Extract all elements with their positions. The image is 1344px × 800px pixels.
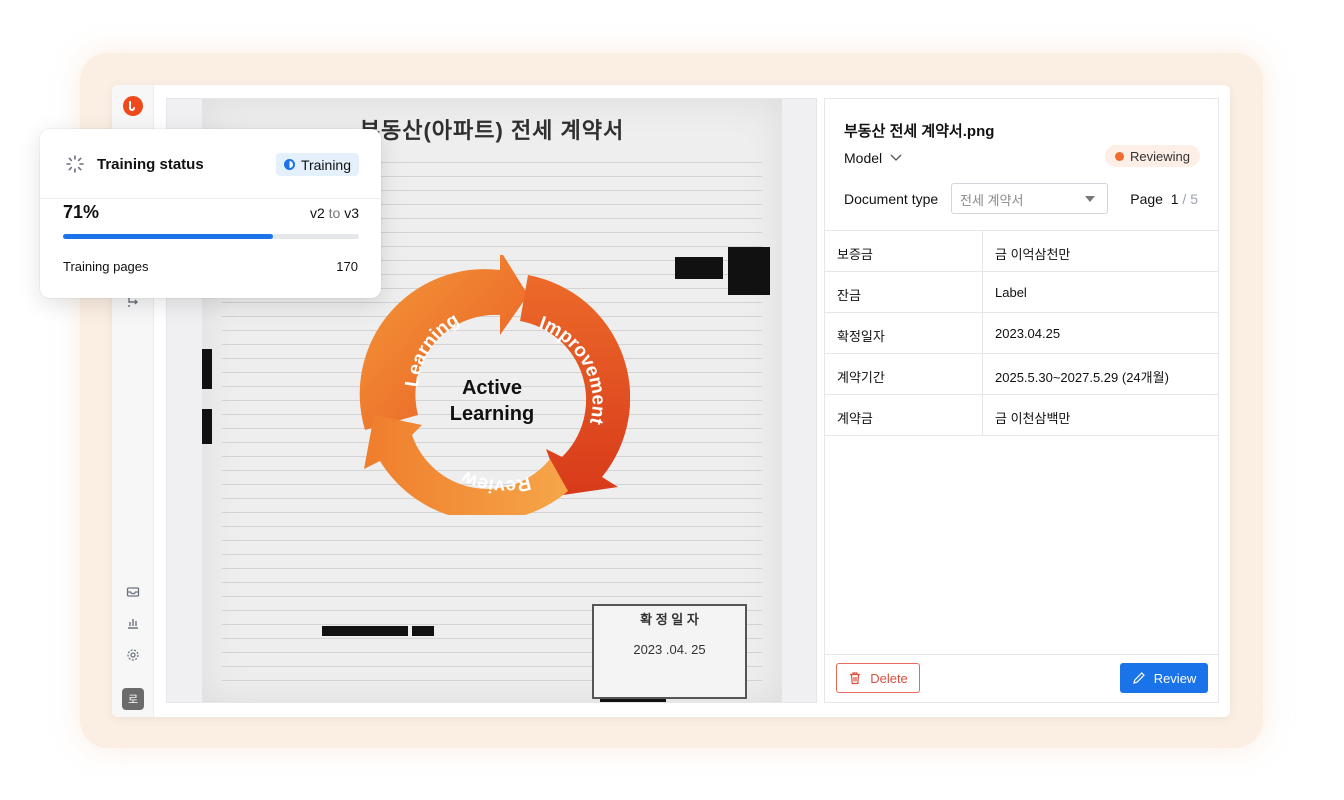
field-value[interactable]: 2025.5.30~2027.5.29 (24개월) xyxy=(983,354,1218,394)
table-row[interactable]: 보증금 금 이억삼천만 xyxy=(825,231,1218,272)
training-pages-label: Training pages xyxy=(63,259,149,274)
chevron-down-icon xyxy=(890,154,902,161)
redaction-block xyxy=(728,247,770,295)
document-type-value: 전세 계약서 xyxy=(960,193,1024,208)
redaction-block xyxy=(202,409,212,444)
cycle-center-label: Active Learning xyxy=(427,375,557,427)
cycle-arc-review xyxy=(364,415,568,515)
version-to: v3 xyxy=(344,205,359,221)
table-row[interactable]: 계약금 금 이천삼백만 xyxy=(825,395,1218,436)
fields-table: 보증금 금 이억삼천만 잔금 Label 확정일자 2023.04.25 계약기… xyxy=(825,230,1218,436)
extraction-panel: 부동산 전세 계약서.png Model Reviewing Document … xyxy=(824,98,1219,703)
training-pages-value: 170 xyxy=(336,259,358,274)
action-bar: Delete Review xyxy=(825,654,1218,702)
cycle-center-line1: Active xyxy=(461,377,523,399)
page-current: 1 xyxy=(1170,191,1179,207)
field-key: 계약기간 xyxy=(825,354,983,394)
document-type-label: Document type xyxy=(844,191,939,207)
review-label: Review xyxy=(1153,670,1197,686)
avatar[interactable]: 로 xyxy=(122,688,144,710)
training-version: v2 to v3 xyxy=(310,205,359,221)
table-row[interactable]: 잔금 Label xyxy=(825,272,1218,313)
table-row[interactable]: 확정일자 2023.04.25 xyxy=(825,313,1218,354)
field-value[interactable]: 금 이억삼천만 xyxy=(983,231,1218,271)
stamp-title: 확 정 일 자 xyxy=(640,612,699,627)
redaction-block xyxy=(322,626,408,636)
status-badge: Reviewing xyxy=(1105,145,1200,167)
review-button[interactable]: Review xyxy=(1120,663,1208,693)
field-value[interactable]: 2023.04.25 xyxy=(983,313,1218,353)
redaction-block xyxy=(675,257,723,279)
gear-icon[interactable] xyxy=(124,646,142,664)
training-progress-bar xyxy=(63,234,359,239)
training-status-card: Training status Training 71% v2 to v3 Tr… xyxy=(40,129,381,298)
file-name: 부동산 전세 계약서.png xyxy=(844,123,995,140)
field-key: 확정일자 xyxy=(825,313,983,353)
inbox-icon[interactable] xyxy=(124,583,142,601)
delete-button[interactable]: Delete xyxy=(836,663,920,693)
redaction-block xyxy=(412,626,434,636)
cycle-center-line2: Learning xyxy=(449,403,535,425)
delete-label: Delete xyxy=(870,670,908,686)
version-from: v2 xyxy=(309,205,325,221)
model-label: Model xyxy=(844,150,883,166)
trash-icon xyxy=(850,672,861,685)
field-key: 잔금 xyxy=(825,272,983,312)
redaction-block xyxy=(202,349,212,389)
field-key: 보증금 xyxy=(825,231,983,271)
pencil-icon xyxy=(1132,672,1145,684)
chart-icon[interactable] xyxy=(124,614,142,632)
caret-down-icon xyxy=(1085,196,1095,202)
page-label: Page xyxy=(1130,191,1163,207)
version-to-word: to xyxy=(328,205,341,221)
field-value[interactable]: Label xyxy=(983,272,1218,312)
training-card-header: Training status Training xyxy=(40,129,381,199)
training-badge-label: Training xyxy=(300,156,351,173)
document-type-select[interactable]: 전세 계약서 xyxy=(951,183,1108,214)
confirmation-stamp: 확 정 일 자 2023 .04. 25 xyxy=(592,604,747,699)
model-dropdown[interactable]: Model xyxy=(844,150,902,166)
training-percent: 71% xyxy=(63,202,100,222)
page-separator: / xyxy=(1182,191,1187,207)
brand-logo-icon[interactable] xyxy=(123,96,143,116)
status-dot-icon xyxy=(1115,151,1125,161)
page-total: 5 xyxy=(1190,191,1198,207)
page-indicator: Page 1 / 5 xyxy=(1130,191,1198,207)
training-progress-fill xyxy=(63,234,274,239)
table-row[interactable]: 계약기간 2025.5.30~2027.5.29 (24개월) xyxy=(825,354,1218,395)
spinner-icon xyxy=(66,155,84,173)
training-badge: Training xyxy=(275,153,359,176)
stamp-date: 2023 .04. 25 xyxy=(633,642,706,657)
training-card-title: Training status xyxy=(97,156,204,173)
training-progress-icon xyxy=(283,159,295,170)
field-value[interactable]: 금 이천삼백만 xyxy=(983,395,1218,435)
field-key: 계약금 xyxy=(825,395,983,435)
status-text: Reviewing xyxy=(1130,148,1190,164)
